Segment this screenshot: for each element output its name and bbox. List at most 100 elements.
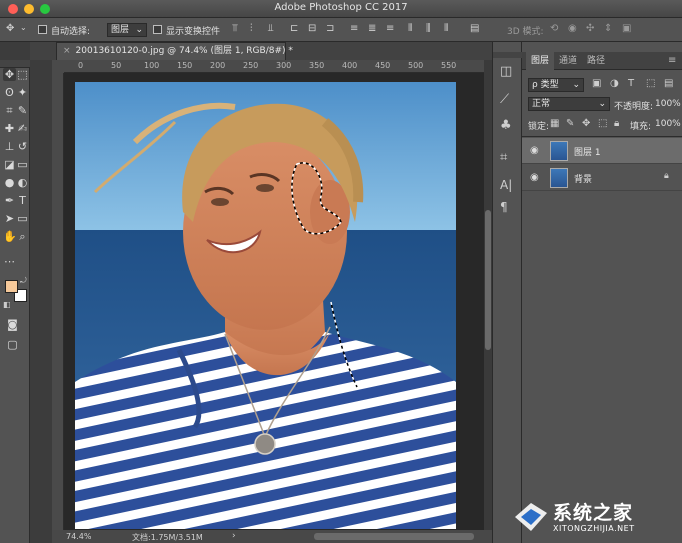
portrait-photo: [75, 82, 456, 529]
filter-shape-icon[interactable]: ⬚: [646, 78, 655, 89]
align-hcenter-icon[interactable]: ⊟: [308, 23, 316, 34]
3d-drag-icon[interactable]: ✣: [586, 23, 594, 34]
vertical-scrollbar[interactable]: [484, 60, 492, 530]
eyedropper-tool-icon[interactable]: ✎: [16, 104, 29, 117]
ruler-tick-label: 500: [408, 61, 424, 70]
panel-tabs: 图层 通道 路径 ≡: [522, 52, 682, 70]
healing-brush-tool-icon[interactable]: ✚: [3, 122, 16, 135]
edit-toolbar-icon[interactable]: ⋯: [3, 255, 16, 268]
brush-settings-icon[interactable]: ⟋: [500, 92, 509, 107]
horizontal-ruler[interactable]: 0 50 100 150 200 250 300 350 400 450 500…: [64, 60, 486, 73]
eye-icon[interactable]: ◉: [530, 172, 539, 183]
filter-smart-object-icon[interactable]: ▤: [664, 78, 673, 89]
align-top-icon[interactable]: ⫪: [232, 23, 238, 34]
hand-tool-icon[interactable]: ✋: [3, 230, 17, 243]
auto-align-icon[interactable]: ▤: [470, 23, 479, 34]
foreground-color-swatch[interactable]: [5, 280, 18, 293]
quick-mask-icon[interactable]: ◙: [6, 318, 19, 331]
lock-icon[interactable]: 🔒︎: [664, 171, 669, 181]
type-tool-icon[interactable]: T: [16, 194, 29, 207]
history-brush-tool-icon[interactable]: ↺: [16, 140, 29, 153]
move-tool-icon[interactable]: ✥: [3, 68, 16, 81]
vertical-ruler[interactable]: [52, 73, 64, 530]
default-colors-icon[interactable]: ◧: [3, 300, 11, 309]
document-image[interactable]: [75, 82, 456, 529]
eye-icon[interactable]: ◉: [530, 145, 539, 156]
auto-select-checkbox[interactable]: [38, 24, 47, 35]
clone-source-icon[interactable]: ♣: [500, 118, 512, 133]
brush-tool-icon[interactable]: ✍: [16, 122, 29, 135]
distribute-vcenter-icon[interactable]: ≣: [368, 23, 376, 34]
marquee-tool-icon[interactable]: ⬚: [16, 68, 29, 81]
blend-mode-dropdown[interactable]: 正常 ⌄: [528, 97, 610, 111]
layer-row-selected[interactable]: ◉ 图层 1: [522, 138, 682, 164]
dock-grip[interactable]: [493, 52, 523, 58]
panel-menu-icon[interactable]: ≡: [668, 55, 676, 66]
path-selection-tool-icon[interactable]: ➤: [3, 212, 16, 225]
tab-layers[interactable]: 图层: [526, 52, 555, 70]
align-vcenter-icon[interactable]: ⫶: [250, 23, 253, 34]
layer-name: 图层 1: [574, 148, 601, 158]
clone-stamp-tool-icon[interactable]: ⊥: [3, 140, 16, 153]
scroll-thumb[interactable]: [485, 210, 491, 350]
screen-mode-icon[interactable]: ▢: [6, 338, 19, 351]
tab-paths[interactable]: 路径: [582, 52, 610, 70]
dodge-tool-icon[interactable]: ◐: [16, 176, 29, 189]
crop-tool-icon[interactable]: ⌗: [3, 104, 16, 117]
layer-row[interactable]: ◉ 背景 🔒︎: [522, 165, 682, 191]
3d-roll-icon[interactable]: ◉: [568, 23, 577, 34]
move-tool-icon[interactable]: ✥: [6, 23, 14, 34]
zoom-level[interactable]: 74.4%: [66, 532, 91, 541]
lock-position-icon[interactable]: ✥: [582, 118, 590, 129]
crop-panel-icon[interactable]: ⌗: [500, 150, 507, 165]
character-panel-icon[interactable]: A|: [500, 178, 512, 192]
lasso-tool-icon[interactable]: ʘ: [3, 86, 16, 99]
horizontal-scrollbar[interactable]: [314, 533, 474, 540]
align-bottom-icon[interactable]: ⫫: [268, 23, 274, 34]
history-panel-icon[interactable]: ◫: [500, 64, 512, 79]
filter-pixel-icon[interactable]: ▣: [592, 78, 601, 89]
paragraph-panel-icon[interactable]: ¶: [500, 200, 508, 214]
layer-name: 背景: [574, 175, 593, 185]
close-tab-icon[interactable]: ×: [63, 46, 71, 56]
3d-rotate-icon[interactable]: ⟲: [550, 23, 558, 34]
document-tab[interactable]: × 20013610120-0.jpg @ 74.4% (图层 1, RGB/8#…: [56, 42, 293, 60]
status-menu-chevron-icon[interactable]: ›: [232, 531, 236, 541]
ruler-origin[interactable]: [52, 60, 64, 73]
distribute-top-icon[interactable]: ≡: [350, 23, 358, 34]
layer-filter-dropdown[interactable]: ρ 类型 ⌄: [528, 78, 584, 92]
opacity-label: 不透明度:: [614, 102, 654, 112]
lock-image-icon[interactable]: ✎: [566, 118, 574, 129]
tool-preset-chevron-icon[interactable]: ⌄: [20, 23, 27, 32]
magic-wand-tool-icon[interactable]: ✦: [16, 86, 29, 99]
pen-tool-icon[interactable]: ✒: [3, 194, 16, 207]
document-size[interactable]: 文档:1.75M/3.51M: [132, 532, 203, 543]
filter-type-icon[interactable]: T: [628, 78, 634, 89]
align-right-icon[interactable]: ⊐: [326, 23, 334, 34]
rectangle-tool-icon[interactable]: ▭: [16, 212, 29, 225]
fill-value[interactable]: 100%: [655, 119, 681, 129]
blur-tool-icon[interactable]: ●: [3, 176, 16, 189]
3d-scale-icon[interactable]: ▣: [622, 23, 631, 34]
align-left-icon[interactable]: ⊏: [290, 23, 298, 34]
lock-transparency-icon[interactable]: ▦: [550, 118, 559, 129]
lock-all-icon[interactable]: 🔒︎: [614, 118, 619, 129]
distribute-hcenter-icon[interactable]: ⫼: [426, 23, 431, 34]
3d-slide-icon[interactable]: ⇕: [604, 23, 612, 34]
distribute-left-icon[interactable]: ⦀: [408, 23, 412, 34]
zoom-tool-icon[interactable]: ⌕: [16, 230, 29, 243]
ruler-tick-label: 200: [210, 61, 226, 70]
opacity-value[interactable]: 100%: [655, 99, 681, 109]
tab-channels[interactable]: 通道: [554, 52, 582, 70]
tools-panel-grip[interactable]: [0, 60, 30, 68]
eraser-tool-icon[interactable]: ◪: [3, 158, 16, 171]
distribute-right-icon[interactable]: ⦀: [444, 23, 448, 34]
gradient-tool-icon[interactable]: ▭: [16, 158, 29, 171]
lock-artboard-icon[interactable]: ⬚: [598, 118, 607, 129]
show-transform-checkbox[interactable]: [153, 24, 162, 35]
distribute-bottom-icon[interactable]: ≡: [386, 23, 394, 34]
layer-filter-value: ρ 类型: [532, 80, 559, 90]
auto-select-dropdown[interactable]: 图层 ⌄: [107, 23, 147, 37]
swap-colors-icon[interactable]: ⤾: [20, 276, 27, 286]
filter-adjustment-icon[interactable]: ◑: [610, 78, 619, 89]
